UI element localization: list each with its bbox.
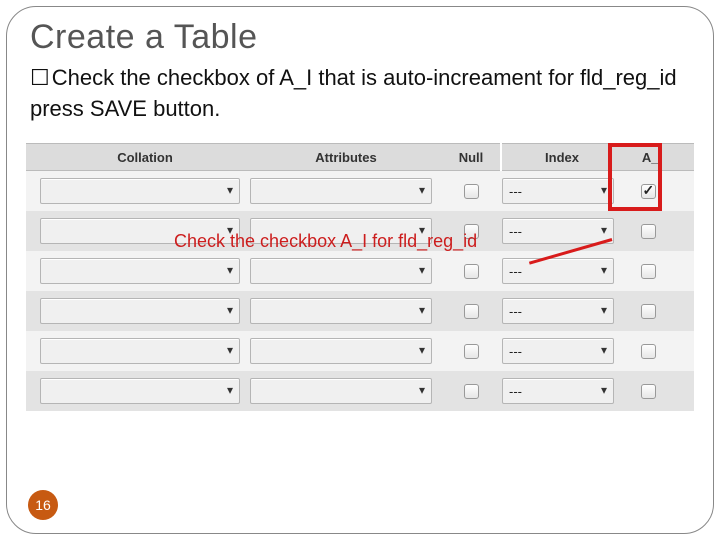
bullet-text: ☐Check the checkbox of A_I that is auto-… [30,63,694,123]
null-checkbox[interactable] [464,304,479,319]
ai-checkbox[interactable] [641,224,656,239]
index-select[interactable]: --- [502,378,614,404]
null-checkbox[interactable] [464,384,479,399]
collation-select[interactable] [40,178,240,204]
index-select[interactable]: --- [502,338,614,364]
ai-checkbox[interactable] [641,384,656,399]
header-null: Null [442,143,500,171]
collation-select[interactable] [40,378,240,404]
index-select[interactable]: --- [502,258,614,284]
callout-text: Check the checkbox A_I for fld_reg_id [174,231,477,252]
header-index: Index [502,143,622,171]
table-row: --- [26,291,694,331]
collation-select[interactable] [40,258,240,284]
null-checkbox[interactable] [464,264,479,279]
attributes-select[interactable] [250,298,432,324]
table-row: --- [26,371,694,411]
header-ai: A_I [622,143,682,171]
ai-checkbox[interactable] [641,304,656,319]
attributes-select[interactable] [250,258,432,284]
collation-select[interactable] [40,298,240,324]
bullet-icon: ☐ [30,66,50,91]
collation-select[interactable] [40,338,240,364]
ai-checkbox[interactable] [641,184,656,199]
screenshot-area: Collation Attributes Null Index A_I --- [26,143,694,443]
ai-checkbox[interactable] [641,264,656,279]
header-attributes: Attributes [250,143,442,171]
page-number: 16 [28,490,58,520]
table-header: Collation Attributes Null Index A_I [26,143,694,171]
null-checkbox[interactable] [464,344,479,359]
index-select[interactable]: --- [502,178,614,204]
slide-title: Create a Table [30,18,694,57]
index-select[interactable]: --- [502,298,614,324]
bullet-content: Check the checkbox of A_I that is auto-i… [30,65,677,121]
table-row: --- [26,171,694,211]
attributes-select[interactable] [250,378,432,404]
table-body: --- --- --- [26,171,694,411]
attributes-select[interactable] [250,338,432,364]
index-select[interactable]: --- [502,218,614,244]
header-collation: Collation [40,143,250,171]
table-row: --- [26,251,694,291]
null-checkbox[interactable] [464,184,479,199]
ai-checkbox[interactable] [641,344,656,359]
attributes-select[interactable] [250,178,432,204]
table-row: --- [26,331,694,371]
